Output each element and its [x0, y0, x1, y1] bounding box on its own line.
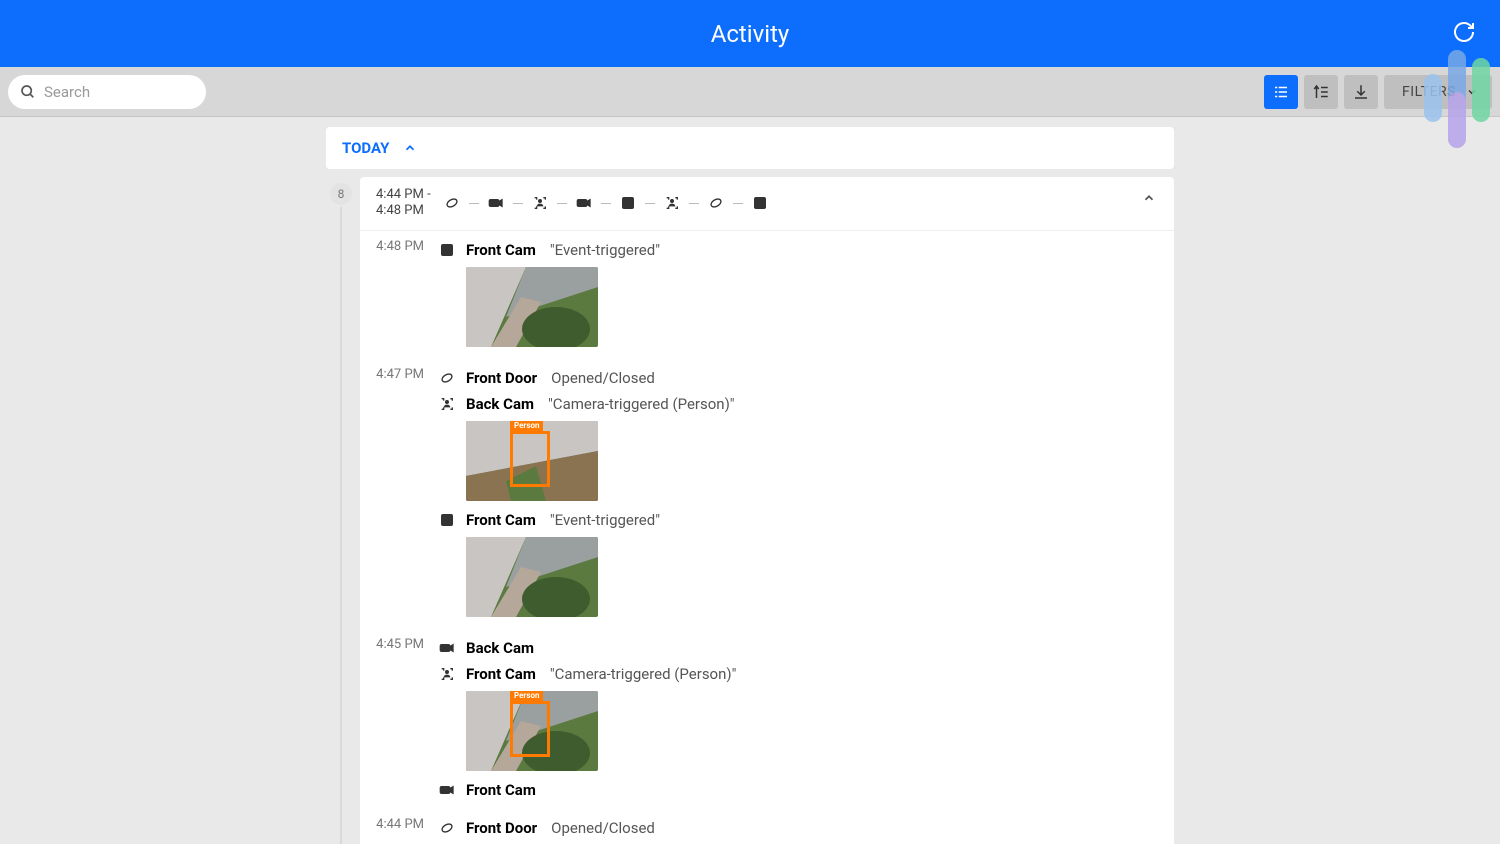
- event-time: 4:45 PM: [360, 635, 438, 803]
- event-group: 4:47 PM Front Door Opened/Closed Back Cam "C…: [360, 359, 1174, 629]
- device-name: Front Door: [466, 819, 537, 837]
- sensor-icon: [438, 819, 456, 837]
- event-item[interactable]: Front Cam "Camera-triggered (Person)": [438, 661, 1158, 687]
- event-item[interactable]: Front Cam "Event-triggered": [438, 507, 1158, 533]
- events-panel: 4:44 PM - 4:48 PM 4:48 PM Front Cam "Event…: [360, 177, 1174, 844]
- event-item[interactable]: Front Cam "Event-triggered": [438, 237, 1158, 263]
- search-box[interactable]: [8, 75, 206, 109]
- sensor-icon: [438, 369, 456, 387]
- camera-icon: [575, 194, 593, 212]
- search-icon: [20, 84, 36, 100]
- event-item[interactable]: Front Cam: [438, 777, 1158, 803]
- event-time: 4:47 PM: [360, 365, 438, 623]
- event-thumbnail[interactable]: [466, 537, 598, 617]
- timeline-line: [340, 207, 342, 844]
- header-bar: Activity: [0, 0, 1500, 67]
- filters-button[interactable]: FILTERS: [1384, 75, 1492, 109]
- person-icon: [438, 395, 456, 413]
- content-scroll[interactable]: TODAY 8 4:44 PM - 4:48 PM 4:48 PMFront C…: [0, 117, 1500, 844]
- event-time: 4:48 PM: [360, 237, 438, 353]
- sensor-icon: [443, 194, 461, 212]
- person-icon: [438, 665, 456, 683]
- download-button[interactable]: [1344, 75, 1378, 109]
- event-description: "Event-triggered": [550, 511, 660, 529]
- search-input[interactable]: [44, 83, 194, 101]
- camera-icon: [438, 781, 456, 799]
- event-item[interactable]: Front Door Opened/Closed: [438, 365, 1158, 391]
- event-count-badge: 8: [330, 183, 352, 205]
- summary-time: 4:44 PM - 4:48 PM: [376, 187, 431, 220]
- timeline-gutter: 8: [326, 177, 360, 844]
- event-thumbnail[interactable]: Person: [466, 421, 598, 501]
- camera-icon: [487, 194, 505, 212]
- summary-icons: [443, 194, 769, 212]
- event-group: 4:48 PM Front Cam "Event-triggered": [360, 231, 1174, 359]
- clip-icon: [438, 241, 456, 259]
- person-icon: [663, 194, 681, 212]
- event-group: 4:44 PM Front Door Opened/Closed: [360, 809, 1174, 844]
- event-description: Opened/Closed: [551, 819, 655, 837]
- device-name: Front Door: [466, 369, 537, 387]
- time-range-summary[interactable]: 4:44 PM - 4:48 PM: [360, 177, 1174, 231]
- clip-icon: [619, 194, 637, 212]
- event-item[interactable]: Front Door Opened/Closed: [438, 815, 1158, 841]
- event-description: "Camera-triggered (Person)": [548, 395, 735, 413]
- event-description: "Event-triggered": [550, 241, 660, 259]
- view-list-button[interactable]: [1304, 75, 1338, 109]
- day-label: TODAY: [342, 139, 389, 157]
- event-thumbnail[interactable]: Person: [466, 691, 598, 771]
- clip-icon: [751, 194, 769, 212]
- event-item[interactable]: Back Cam: [438, 635, 1158, 661]
- device-name: Back Cam: [466, 395, 534, 413]
- device-name: Front Cam: [466, 665, 536, 683]
- event-description: "Camera-triggered (Person)": [550, 665, 737, 683]
- event-group: 4:45 PM Back Cam Front Cam "Camera-triggere…: [360, 629, 1174, 809]
- sensor-icon: [707, 194, 725, 212]
- event-thumbnail[interactable]: [466, 267, 598, 347]
- chevron-down-icon: [1466, 86, 1478, 98]
- toolbar: FILTERS: [0, 67, 1500, 117]
- camera-icon: [438, 639, 456, 657]
- event-time: 4:44 PM: [360, 815, 438, 841]
- day-header[interactable]: TODAY: [326, 127, 1174, 169]
- view-grouped-button[interactable]: [1264, 75, 1298, 109]
- page-title: Activity: [711, 20, 790, 48]
- filters-label: FILTERS: [1402, 84, 1456, 100]
- event-description: Opened/Closed: [551, 369, 655, 387]
- device-name: Front Cam: [466, 511, 536, 529]
- chevron-up-icon[interactable]: [1142, 191, 1156, 205]
- device-name: Front Cam: [466, 781, 536, 799]
- person-icon: [531, 194, 549, 212]
- event-item[interactable]: Back Cam "Camera-triggered (Person)": [438, 391, 1158, 417]
- chevron-up-icon: [403, 141, 417, 155]
- refresh-icon[interactable]: [1452, 20, 1476, 44]
- clip-icon: [438, 511, 456, 529]
- device-name: Back Cam: [466, 639, 534, 657]
- device-name: Front Cam: [466, 241, 536, 259]
